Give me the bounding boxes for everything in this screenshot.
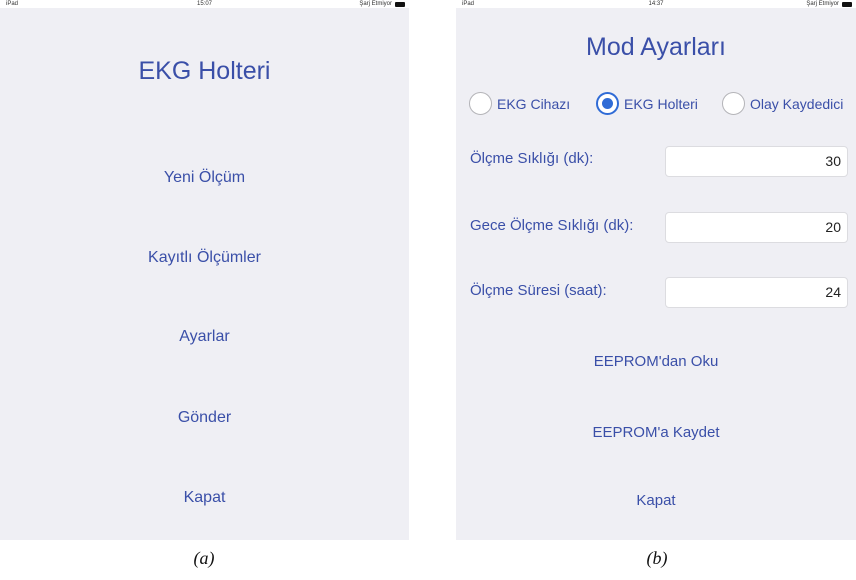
radio-label: EKG Holteri bbox=[624, 95, 698, 112]
page-title: Mod Ayarları bbox=[586, 33, 726, 61]
radio-checked-icon bbox=[596, 92, 619, 115]
status-time: 15:07 bbox=[196, 1, 212, 7]
status-bar: iPad 14:37 Şarj Etmiyor bbox=[456, 0, 856, 8]
radio-unchecked-icon bbox=[722, 92, 745, 115]
radio-label: EKG Cihazı bbox=[497, 95, 571, 112]
status-charge: Şarj Etmiyor bbox=[806, 0, 852, 8]
screen-b-mode-settings: iPad 14:37 Şarj Etmiyor Mod Ayarları EKG… bbox=[456, 0, 856, 540]
measure-duration-label: Ölçme Süresi (saat): bbox=[470, 282, 607, 299]
read-eeprom-button[interactable]: EEPROM'dan Oku bbox=[456, 353, 856, 370]
radio-label: Olay Kaydedici bbox=[750, 95, 844, 112]
save-eeprom-button[interactable]: EEPROM'a Kaydet bbox=[456, 424, 856, 441]
mode-radio-group: EKG Cihazı EKG Holteri Olay Kaydedici bbox=[456, 90, 856, 120]
menu-close[interactable]: Kapat bbox=[0, 489, 409, 507]
battery-icon bbox=[395, 1, 405, 7]
menu-settings[interactable]: Ayarlar bbox=[0, 328, 409, 346]
page-title: EKG Holteri bbox=[138, 57, 271, 85]
caption-a: (a) bbox=[193, 548, 215, 568]
night-frequency-label: Gece Ölçme Sıklığı (dk): bbox=[470, 217, 634, 234]
menu-send[interactable]: Gönder bbox=[0, 409, 409, 427]
measure-duration-input[interactable]: 24 bbox=[665, 277, 848, 308]
menu-new-measurement[interactable]: Yeni Ölçüm bbox=[0, 169, 409, 187]
measure-frequency-input[interactable]: 30 bbox=[665, 146, 848, 177]
night-frequency-input[interactable]: 20 bbox=[665, 212, 848, 243]
caption-b: (b) bbox=[646, 548, 668, 568]
measure-frequency-label: Ölçme Sıklığı (dk): bbox=[470, 150, 594, 167]
radio-ekg-holter[interactable]: EKG Holteri bbox=[596, 92, 698, 115]
radio-unchecked-icon bbox=[469, 92, 492, 115]
status-charge-label: Şarj Etmiyor bbox=[806, 1, 839, 7]
status-charge: Şarj Etmiyor bbox=[359, 0, 405, 8]
status-bar: iPad 15:07 Şarj Etmiyor bbox=[0, 0, 409, 8]
menu-saved-measurements[interactable]: Kayıtlı Ölçümler bbox=[0, 249, 409, 267]
radio-event-recorder[interactable]: Olay Kaydedici bbox=[722, 92, 843, 115]
status-time: 14:37 bbox=[648, 1, 664, 7]
battery-icon bbox=[842, 1, 852, 7]
status-charge-label: Şarj Etmiyor bbox=[359, 1, 392, 7]
close-button[interactable]: Kapat bbox=[456, 492, 856, 509]
screen-a-main-menu: iPad 15:07 Şarj Etmiyor EKG Holteri Yeni… bbox=[0, 0, 409, 540]
radio-ekg-device[interactable]: EKG Cihazı bbox=[469, 92, 570, 115]
